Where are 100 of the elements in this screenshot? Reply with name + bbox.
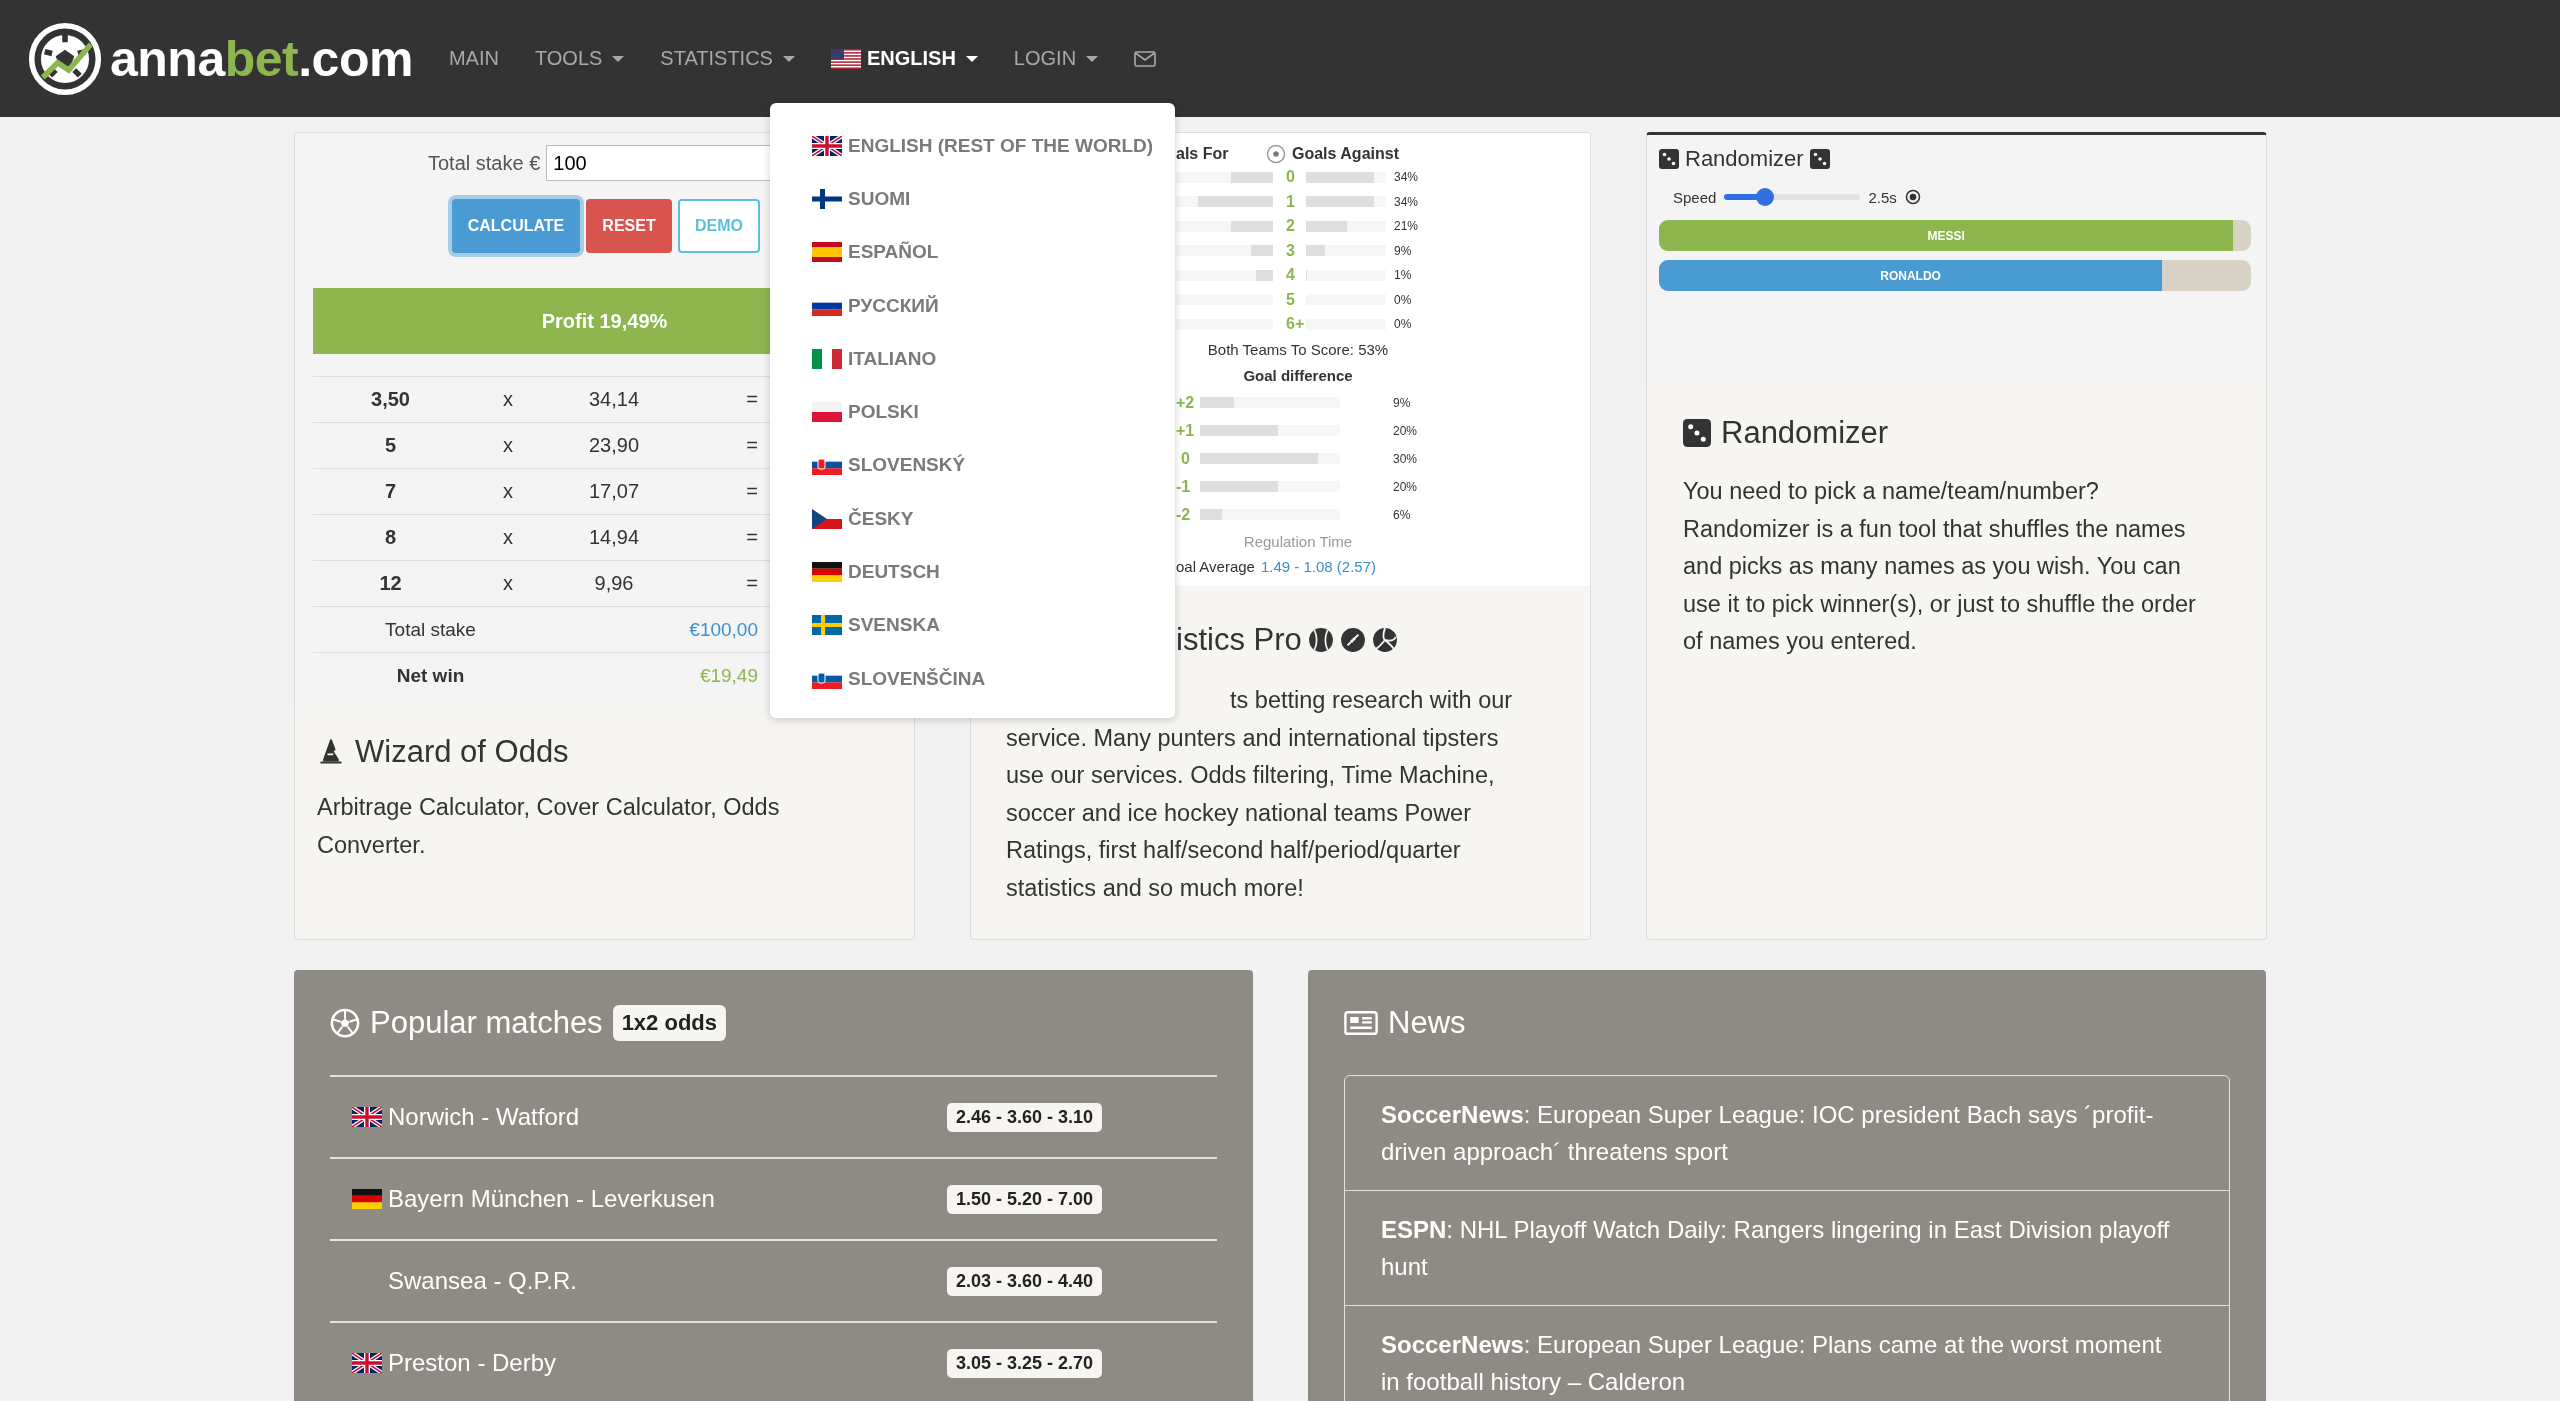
speed-slider[interactable] (1724, 188, 1861, 206)
goal-count: 6+ (1286, 315, 1306, 334)
name-bar: RONALDO (1659, 260, 2163, 291)
times-sign: x (502, 480, 514, 503)
odds-badge: 1.50 - 5.20 - 7.00 (946, 1184, 1102, 1214)
equals-sign: = (745, 480, 758, 503)
odds-cell-text: 5 (383, 434, 398, 457)
goal-difference: 0 (1180, 449, 1190, 468)
total-stake-label: Total stake (384, 618, 477, 641)
match-link[interactable]: Bayern München - Leverkusen (388, 1185, 947, 1213)
percent-label: 34% (1394, 170, 1419, 185)
panel-title: Popular matches (370, 1004, 603, 1041)
slider-thumb[interactable] (1756, 188, 1775, 206)
goal-difference: -1 (1176, 477, 1190, 496)
volleyball-icon (1371, 627, 1398, 653)
card-description: Arbitrage Calculator, Cover Calculator, Odds Converter. (317, 793, 781, 860)
dice-icon (1683, 419, 1711, 447)
goal-count: 3 (1286, 241, 1296, 260)
percent-label: 20% (1393, 423, 1418, 438)
goal-count: 2 (1286, 217, 1296, 236)
times-sign: x (502, 572, 514, 595)
equals-sign: = (745, 526, 758, 549)
percent-label: 0% (1394, 317, 1412, 332)
action-button[interactable]: CALCULATE (452, 199, 580, 253)
stake-cell-text: 14,94 (587, 526, 641, 549)
percent-label: 0% (1394, 292, 1412, 307)
mail-icon[interactable] (1134, 50, 1157, 67)
column-heading: als For (1176, 145, 1230, 163)
percent-label: 21% (1394, 219, 1419, 234)
nav-link[interactable]: MAIN (448, 47, 499, 70)
percent-label: 1% (1394, 268, 1412, 283)
percent-label: 9% (1394, 243, 1412, 258)
news-headline[interactable]: SoccerNews: European Super League: Plans came at the worst moment in football history – Calderon (1381, 1326, 2179, 1400)
times-sign: x (502, 388, 514, 411)
odds-badge: 2.46 - 3.60 - 3.10 (946, 1102, 1102, 1132)
column-heading: Goals Against (1292, 145, 1399, 163)
stake-cell-text: 23,90 (587, 434, 641, 457)
card-title: istics Pro (1176, 622, 1302, 658)
soccer-ball-logo-icon[interactable] (28, 21, 102, 96)
equals-sign: = (745, 572, 758, 595)
percent-label: 20% (1393, 479, 1418, 494)
times-sign: x (502, 526, 514, 549)
section-heading: Goal difference (1242, 365, 1354, 386)
goal-count: 1 (1286, 192, 1296, 211)
match-link[interactable]: Norwich - Watford (388, 1103, 947, 1131)
language-option[interactable]: POLSKI (770, 385, 1175, 439)
goal-difference: -2 (1176, 505, 1190, 524)
stake-cell-text: 34,14 (587, 388, 641, 411)
net-win-label: Net win (395, 664, 466, 687)
period-label: Regulation Time (1242, 531, 1354, 552)
match-link[interactable]: Preston - Derby (388, 1349, 947, 1377)
nav-link[interactable]: ENGLISH (830, 47, 978, 70)
card-title: Randomizer (1721, 415, 1889, 451)
odds-badge: 3.05 - 3.25 - 2.70 (946, 1348, 1102, 1378)
odds-type-badge: 1x2 odds (612, 1004, 726, 1041)
nav-link[interactable]: STATISTICS (660, 47, 795, 70)
total-stake-value: €100,00 (688, 618, 758, 641)
language-option[interactable]: DEUTSCH (770, 545, 1175, 599)
dice-icon (1659, 149, 1679, 169)
baseball-icon (1307, 627, 1334, 653)
goal-count: 5 (1286, 290, 1296, 309)
odds-badge: 2.03 - 3.60 - 4.40 (946, 1266, 1102, 1296)
percent-label: 30% (1393, 451, 1418, 466)
odds-cell-text: 3,50 (370, 388, 411, 411)
percent-label: 9% (1393, 395, 1411, 410)
times-sign: x (502, 434, 514, 457)
odds-cell-text: 7 (383, 480, 398, 503)
stake-cell-text: 9,96 (593, 572, 635, 595)
site-logo[interactable]: annabet.com (110, 29, 413, 88)
nav-link[interactable]: LOGIN (1013, 47, 1099, 70)
speed-value: 2.5s (1868, 188, 1897, 206)
equals-sign: = (745, 434, 758, 457)
card-title: Wizard of Odds (355, 734, 569, 770)
nav-link[interactable]: TOOLS (534, 47, 625, 70)
goal-count: 0 (1286, 168, 1296, 187)
odds-cell-text: 12 (378, 572, 403, 595)
card-description: You need to pick a name/team/number? Randomizer is a fun tool that shuffles the names and picks as many names as you wish. You can use it to pick winner(s), or just to shuffle the order of names you entered. (1683, 477, 2197, 656)
percent-label: 34% (1394, 194, 1419, 209)
news-headline[interactable]: ESPN: NHL Playoff Watch Daily: Rangers lingering in East Division playoff hunt (1381, 1211, 2179, 1285)
radio-icon[interactable] (1904, 189, 1921, 205)
language-option[interactable]: SVENSKA (770, 598, 1175, 652)
stake-label: Total stake € (428, 151, 541, 175)
newspaper-icon (1344, 1010, 1378, 1035)
match-link[interactable]: Swansea - Q.P.R. (388, 1267, 947, 1295)
average-value: 1.49 - 1.08 (2.57) (1260, 558, 1377, 575)
dice-icon (1809, 149, 1830, 169)
widget-title: Randomizer (1685, 146, 1804, 172)
language-option[interactable]: ESPAÑOL (770, 225, 1175, 279)
action-button[interactable]: RESET (586, 199, 672, 253)
btts-label: Both Teams To Score: 53% (1206, 339, 1390, 360)
equals-sign: = (745, 388, 758, 411)
goal-count: 4 (1286, 266, 1296, 285)
panel-title: News (1388, 1004, 1466, 1041)
average-label: oal Average (1176, 558, 1255, 575)
net-win-value: €19,49 (698, 664, 758, 687)
percent-label: 6% (1393, 507, 1411, 522)
news-headline[interactable]: SoccerNews: European Super League: IOC president Bach says ´profit-driven approach´ threatens sport (1381, 1096, 2179, 1170)
name-bar: MESSI (1659, 220, 2234, 251)
language-option[interactable]: SLOVENSKÝ (770, 438, 1175, 493)
language-option[interactable]: ČESKY (770, 492, 1175, 546)
